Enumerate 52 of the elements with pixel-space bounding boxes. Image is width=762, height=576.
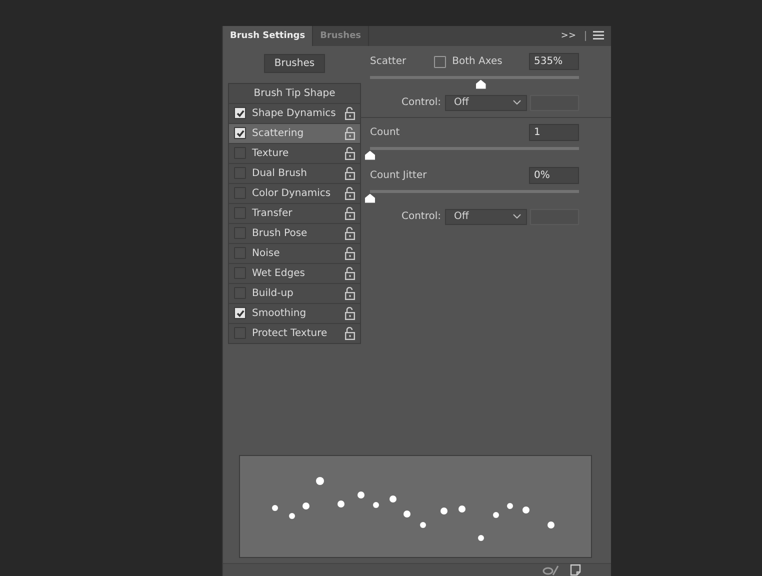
setting-label: Scatter [370, 56, 406, 68]
option-label: Noise [252, 248, 281, 259]
checkbox[interactable] [234, 307, 246, 320]
slider-thumb[interactable] [476, 80, 486, 89]
control-dropdown[interactable]: Off [445, 208, 527, 225]
expand-button[interactable]: >> [556, 26, 581, 46]
checkbox[interactable] [434, 56, 446, 68]
setting-label: Count [370, 127, 400, 138]
setting-label: Count Jitter [370, 170, 427, 182]
checkbox[interactable] [234, 127, 246, 140]
lock-icon[interactable] [345, 166, 355, 180]
chevron-icon [513, 100, 521, 106]
lock-icon[interactable] [345, 146, 355, 160]
option-label: Dual Brush [252, 168, 308, 179]
checkbox-label: Both Axes [452, 56, 502, 68]
option-label: Wet Edges [252, 268, 306, 279]
menu-icon[interactable] [593, 31, 604, 40]
value-field[interactable]: 0% [529, 167, 579, 184]
lock-icon[interactable] [345, 286, 355, 300]
option-label: Brush Tip Shape [254, 88, 336, 99]
control-dropdown[interactable]: Off [445, 94, 527, 111]
chevron-icon [513, 214, 521, 220]
lock-icon[interactable] [345, 326, 355, 340]
lock-icon[interactable] [345, 266, 355, 280]
control-label: Control: [401, 97, 441, 108]
option-label: Protect Texture [252, 328, 328, 339]
option-label: Brush Pose [252, 228, 308, 239]
option-label: Color Dynamics [252, 188, 332, 199]
lock-icon[interactable] [345, 206, 355, 220]
lock-icon[interactable] [345, 306, 355, 320]
option-label: Smoothing [252, 308, 308, 319]
slider-thumb[interactable] [365, 150, 375, 160]
lock-icon[interactable] [345, 226, 355, 240]
eye-slash-icon[interactable] [542, 564, 560, 576]
brushes-button[interactable]: Brushes [264, 54, 325, 73]
new-page-icon[interactable] [570, 564, 581, 576]
option-label: Shape Dynamics [252, 108, 337, 119]
panel-tab[interactable]: Brush Settings [223, 26, 314, 46]
value-field[interactable]: 535% [529, 53, 579, 70]
lock-icon[interactable] [345, 106, 355, 120]
lock-icon[interactable] [345, 126, 355, 140]
value-field[interactable]: 1 [529, 124, 579, 142]
control-label: Control: [401, 211, 441, 222]
option-label: Texture [252, 148, 290, 159]
checkbox[interactable] [234, 107, 246, 120]
option-label: Transfer [252, 208, 294, 219]
option-row[interactable]: Scattering [229, 124, 360, 144]
lock-icon[interactable] [345, 246, 355, 260]
lock-icon[interactable] [345, 186, 355, 200]
option-label: Scattering [252, 128, 305, 139]
option-label: Build-up [252, 288, 294, 299]
slider-thumb[interactable] [365, 194, 375, 203]
